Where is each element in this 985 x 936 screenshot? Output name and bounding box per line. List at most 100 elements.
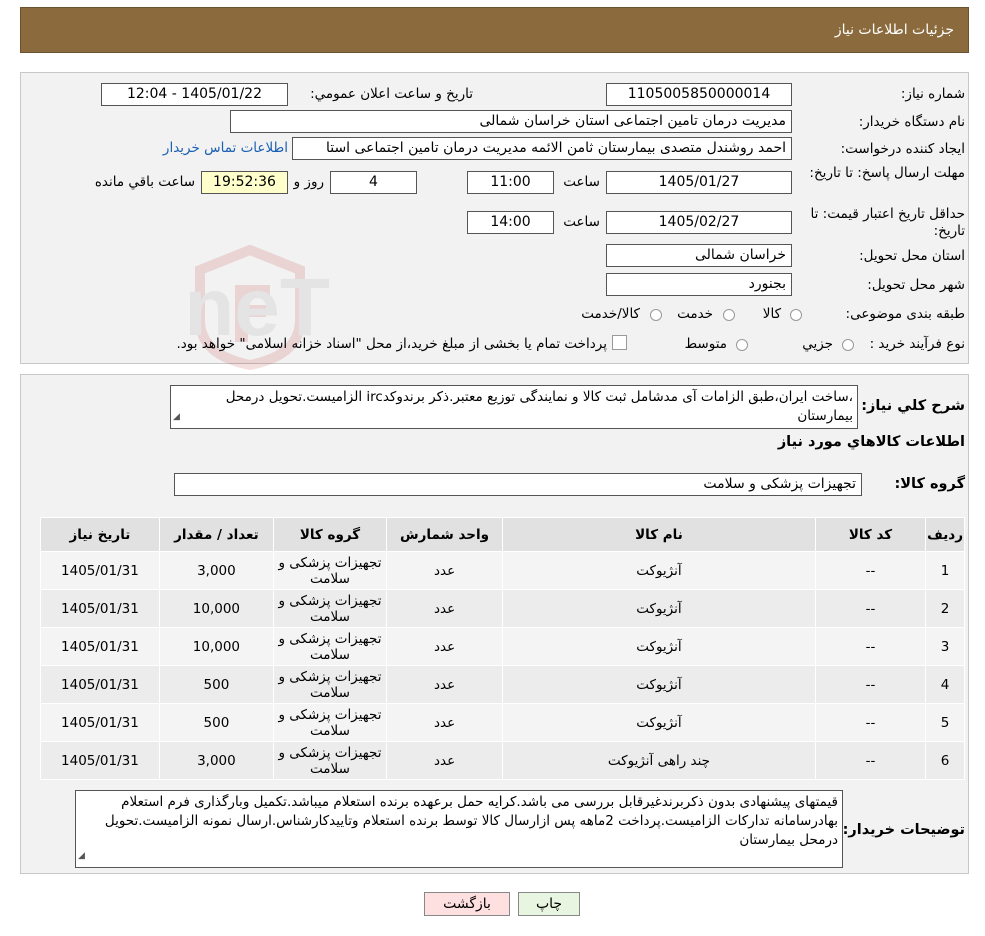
table-header-row: ردیف کد کالا نام کالا واحد شمارش گروه کا…: [40, 517, 965, 552]
process-medium-radio[interactable]: [736, 339, 748, 351]
cell-need-date: 1405/01/31: [40, 589, 160, 628]
col-header-quantity: تعداد / مقدار: [158, 517, 274, 552]
price-validity-label: حداقل تاریخ اعتبار قیمت: تا تاریخ:: [810, 206, 965, 239]
col-header-goods-group: گروه کالا: [272, 517, 387, 552]
cell-quantity: 3,000: [158, 551, 274, 590]
cell-need-date: 1405/01/31: [40, 665, 160, 704]
delivery-city-field: بجنورد: [606, 273, 792, 296]
need-number-field: 1105005850000014: [606, 83, 792, 106]
cell-row-number: 3: [925, 627, 965, 666]
buyer-org-field: مدیریت درمان تامین اجتماعی استان خراسان …: [230, 110, 792, 133]
resize-handle-icon[interactable]: ◢: [173, 408, 180, 427]
items-section-title: اطلاعات کالاهاي مورد نیاز: [777, 434, 965, 450]
category-goods-service-label: کالا/خدمت: [581, 306, 640, 322]
page-title: جزئیات اطلاعات نیاز: [834, 22, 954, 38]
buyer-notes-textarea[interactable]: قیمتهای پیشنهادی بدون ذکربرندغیرقابل برر…: [75, 790, 843, 868]
process-medium-label: متوسط: [684, 336, 727, 352]
table-row: 3 -- آنژیوکت عدد تجهیزات پزشکی و سلامت 1…: [40, 627, 965, 666]
cell-unit: عدد: [385, 627, 504, 666]
process-type-label: نوع فرآیند خرید :: [869, 336, 965, 352]
cell-row-number: 1: [925, 551, 965, 590]
cell-unit: عدد: [385, 551, 504, 590]
cell-goods-group: تجهیزات پزشکی و سلامت: [272, 589, 387, 628]
buyer-notes-label: توضیحات خریدار:: [842, 822, 965, 838]
cell-goods-code: --: [814, 741, 927, 780]
cell-quantity: 10,000: [158, 589, 274, 628]
treasury-checkbox[interactable]: [612, 335, 627, 350]
days-and-label: روز و: [293, 174, 324, 190]
cell-goods-code: --: [814, 665, 927, 704]
requester-label: ایجاد کننده درخواست:: [840, 141, 965, 157]
cell-goods-group: تجهیزات پزشکی و سلامت: [272, 665, 387, 704]
cell-row-number: 4: [925, 665, 965, 704]
cell-need-date: 1405/01/31: [40, 627, 160, 666]
table-row: 1 -- آنژیوکت عدد تجهیزات پزشکی و سلامت 3…: [40, 551, 965, 590]
cell-goods-name: چند راهی آنژیوکت: [502, 741, 816, 780]
cell-quantity: 3,000: [158, 741, 274, 780]
process-partial-label: جزیي: [802, 336, 833, 352]
page-header: جزئیات اطلاعات نیاز: [20, 7, 969, 53]
cell-goods-name: آنژیوکت: [502, 703, 816, 742]
col-header-goods-name: نام کالا: [502, 517, 816, 552]
col-header-goods-code: کد کالا: [814, 517, 927, 552]
cell-unit: عدد: [385, 741, 504, 780]
reply-time-label: ساعت: [563, 174, 600, 190]
cell-goods-name: آنژیوکت: [502, 665, 816, 704]
cell-need-date: 1405/01/31: [40, 741, 160, 780]
col-header-unit: واحد شمارش: [385, 517, 504, 552]
table-row: 5 -- آنژیوکت عدد تجهیزات پزشکی و سلامت 5…: [40, 703, 965, 742]
col-header-need-date: تاریخ نیاز: [40, 517, 160, 552]
reply-deadline-label: مهلت ارسال پاسخ: تا تاریخ:: [809, 165, 965, 181]
cell-quantity: 500: [158, 703, 274, 742]
cell-row-number: 6: [925, 741, 965, 780]
buyer-notes-text: قیمتهای پیشنهادی بدون ذکربرندغیرقابل برر…: [104, 794, 838, 848]
cell-quantity: 500: [158, 665, 274, 704]
cell-row-number: 2: [925, 589, 965, 628]
table-row: 6 -- چند راهی آنژیوکت عدد تجهیزات پزشکی …: [40, 741, 965, 780]
cell-unit: عدد: [385, 665, 504, 704]
cell-need-date: 1405/01/31: [40, 551, 160, 590]
buyer-contact-link[interactable]: اطلاعات تماس خریدار: [163, 140, 288, 156]
process-partial-radio[interactable]: [842, 339, 854, 351]
category-service-label: خدمت: [677, 306, 713, 322]
validity-time-label: ساعت: [563, 214, 600, 230]
description-label: شرح کلي نیاز:: [861, 398, 965, 414]
remaining-time-field: 19:52:36: [201, 171, 288, 194]
cell-row-number: 5: [925, 703, 965, 742]
cell-goods-name: آنژیوکت: [502, 589, 816, 628]
cell-goods-group: تجهیزات پزشکی و سلامت: [272, 627, 387, 666]
cell-goods-group: تجهیزات پزشکی و سلامت: [272, 551, 387, 590]
category-goods-radio[interactable]: [790, 309, 802, 321]
reply-time-field: 11:00: [467, 171, 554, 194]
resize-handle-icon[interactable]: ◢: [78, 847, 85, 866]
reply-date-field: 1405/01/27: [606, 171, 792, 194]
cell-goods-group: تجهیزات پزشکی و سلامت: [272, 703, 387, 742]
col-header-row-number: ردیف: [925, 517, 965, 552]
delivery-province-label: استان محل تحویل:: [859, 248, 965, 264]
table-row: 2 -- آنژیوکت عدد تجهیزات پزشکی و سلامت 1…: [40, 589, 965, 628]
cell-goods-code: --: [814, 551, 927, 590]
category-goods-service-radio[interactable]: [650, 309, 662, 321]
remaining-days-field: 4: [330, 171, 417, 194]
validity-date-field: 1405/02/27: [606, 211, 792, 234]
print-button[interactable]: چاپ: [518, 892, 580, 916]
category-service-radio[interactable]: [723, 309, 735, 321]
cell-goods-code: --: [814, 627, 927, 666]
process-note: پرداخت تمام یا بخشی از مبلغ خرید،از محل …: [176, 336, 607, 352]
back-button[interactable]: بازگشت: [424, 892, 510, 916]
announce-datetime-label: تاریخ و ساعت اعلان عمومي:: [310, 86, 473, 102]
cell-unit: عدد: [385, 703, 504, 742]
description-text: ،ساخت ایران،طبق الزامات آی مدشامل ثبت کا…: [225, 389, 853, 424]
category-goods-label: کالا: [762, 306, 781, 322]
delivery-province-field: خراسان شمالی: [606, 244, 792, 267]
items-table: ردیف کد کالا نام کالا واحد شمارش گروه کا…: [40, 517, 965, 780]
description-textarea[interactable]: ،ساخت ایران،طبق الزامات آی مدشامل ثبت کا…: [170, 385, 858, 429]
cell-goods-name: آنژیوکت: [502, 551, 816, 590]
need-number-label: شماره نیاز:: [900, 86, 965, 102]
requester-field: احمد روشندل متصدی بیمارستان ثامن الائمه …: [292, 137, 792, 160]
category-label: طبقه بندی موضوعی:: [845, 306, 965, 322]
cell-unit: عدد: [385, 589, 504, 628]
goods-group-field: تجهیزات پزشکی و سلامت: [174, 473, 862, 496]
cell-goods-code: --: [814, 703, 927, 742]
announce-datetime-field: 1405/01/22 - 12:04: [101, 83, 288, 106]
